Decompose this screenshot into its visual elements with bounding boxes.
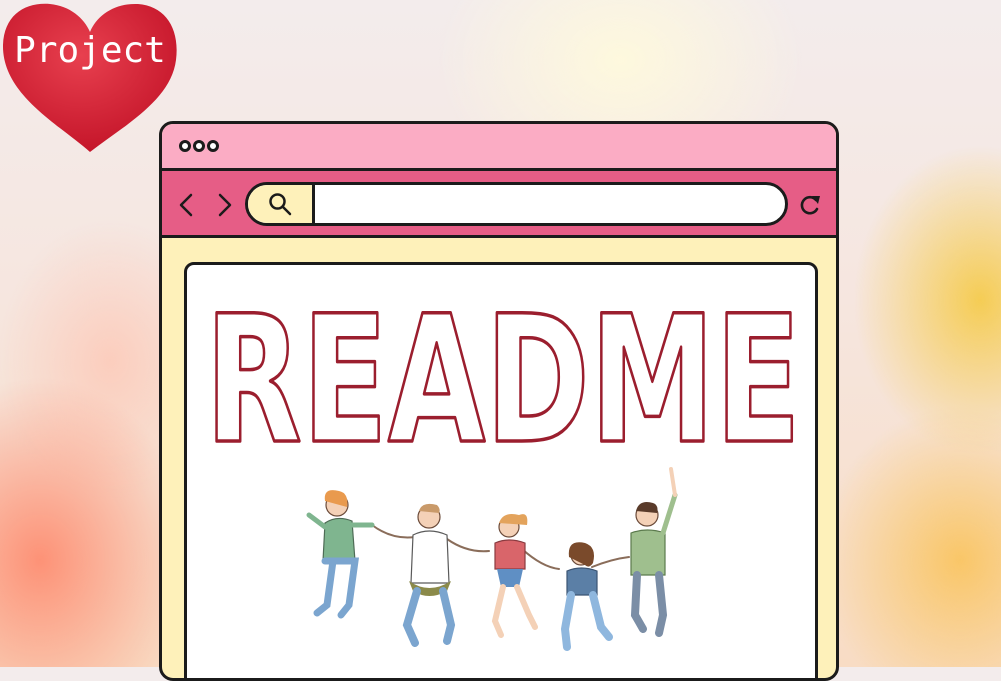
window-dot[interactable] (193, 140, 205, 152)
reload-icon (800, 195, 820, 215)
person-figure (491, 514, 538, 638)
browser-window: README (159, 121, 839, 681)
address-bar (245, 182, 788, 226)
jumping-people-illustration (306, 467, 678, 651)
person-figure (560, 542, 613, 651)
reload-button[interactable] (796, 190, 824, 220)
heart-icon (2, 3, 177, 152)
window-dots-icon[interactable] (179, 140, 219, 152)
project-label: Project (14, 30, 166, 71)
search-button[interactable] (248, 185, 315, 223)
person-figure (306, 490, 375, 619)
window-dot[interactable] (207, 140, 219, 152)
window-dot[interactable] (179, 140, 191, 152)
navigation-bar (162, 171, 836, 238)
chevron-right-icon (218, 193, 232, 217)
readme-title-text: README (205, 281, 801, 471)
readme-title: README (203, 281, 803, 471)
search-icon (269, 193, 292, 216)
forward-button[interactable] (214, 190, 236, 220)
person-figure (402, 503, 456, 647)
back-button[interactable] (175, 190, 197, 220)
title-bar (162, 124, 836, 171)
address-input[interactable] (318, 185, 775, 223)
person-figure (630, 467, 678, 637)
chevron-left-icon (179, 193, 193, 217)
project-heart-badge: Project (0, 0, 185, 160)
content-panel: README (184, 262, 818, 678)
